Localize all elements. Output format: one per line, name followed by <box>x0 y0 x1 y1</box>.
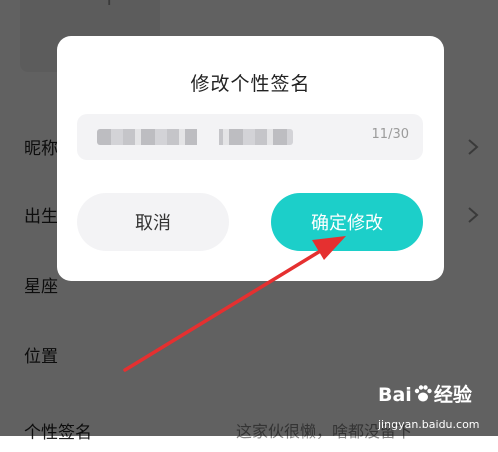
cancel-button[interactable]: 取消 <box>77 193 229 251</box>
blurred-signature-text <box>97 129 293 145</box>
baidu-jingyan-watermark: Bai 经验 jingyan.baidu.com <box>378 380 496 432</box>
paw-logo-icon <box>414 385 432 402</box>
signature-input[interactable]: 11/30 <box>77 114 423 160</box>
watermark-brand: Bai <box>378 384 412 406</box>
dialog-title: 修改个性签名 <box>190 73 311 95</box>
watermark-brand-suffix: 经验 <box>433 384 472 406</box>
watermark-url: jingyan.baidu.com <box>378 418 480 431</box>
edit-signature-dialog: 修改个性签名 11/30 取消 确定修改 <box>57 36 444 281</box>
char-counter: 11/30 <box>371 127 409 142</box>
confirm-button[interactable]: 确定修改 <box>271 193 423 251</box>
